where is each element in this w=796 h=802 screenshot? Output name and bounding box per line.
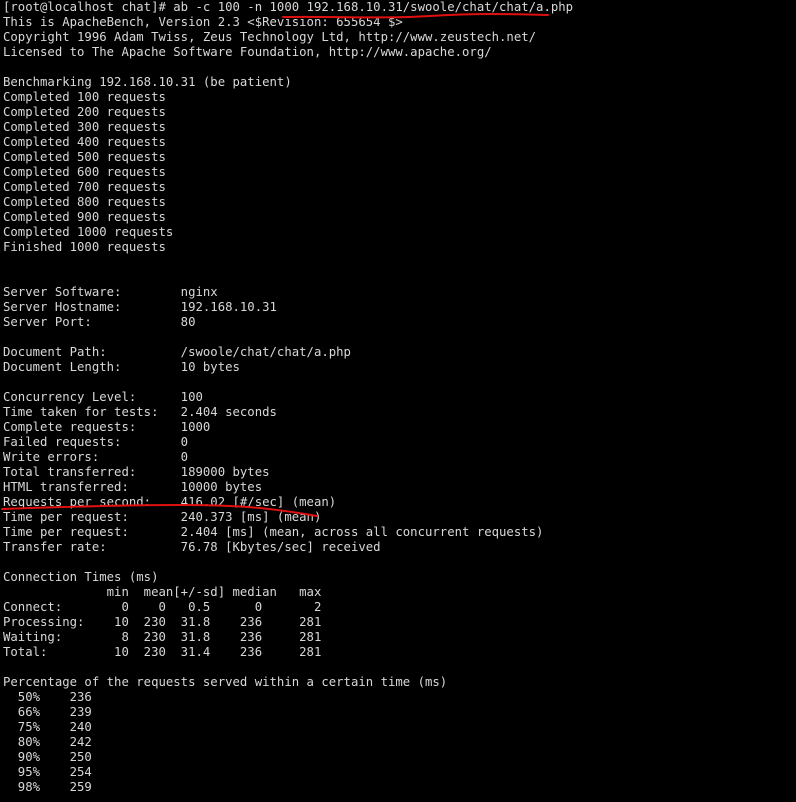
requests-per-second-line: Requests per second: 416.02 [#/sec] (mea…: [3, 495, 337, 509]
ab-version-line: This is ApacheBench, Version 2.3 <$Revis…: [3, 15, 403, 29]
server-port-line: Server Port: 80: [3, 315, 196, 329]
progress-line: Completed 100 requests: [3, 90, 166, 104]
document-length-line: Document Length: 10 bytes: [3, 360, 240, 374]
percentile-row: 50% 236: [3, 690, 92, 704]
benchmarking-line: Benchmarking 192.168.10.31 (be patient): [3, 75, 292, 89]
percentile-row: 75% 240: [3, 720, 92, 734]
server-software-line: Server Software: nginx: [3, 285, 218, 299]
transfer-rate-line: Transfer rate: 76.78 [Kbytes/sec] receiv…: [3, 540, 381, 554]
html-transferred-line: HTML transferred: 10000 bytes: [3, 480, 263, 494]
progress-line: Completed 300 requests: [3, 120, 166, 134]
percentile-row: 66% 239: [3, 705, 92, 719]
percentile-row: 95% 254: [3, 765, 92, 779]
progress-line: Completed 500 requests: [3, 150, 166, 164]
percentile-row: 90% 250: [3, 750, 92, 764]
progress-line: Completed 900 requests: [3, 210, 166, 224]
time-taken-line: Time taken for tests: 2.404 seconds: [3, 405, 277, 419]
terminal-window[interactable]: [root@localhost chat]# ab -c 100 -n 1000…: [0, 0, 796, 802]
command-line: [root@localhost chat]# ab -c 100 -n 1000…: [3, 0, 574, 14]
connection-times-row: Waiting: 8 230 31.8 236 281: [3, 630, 322, 644]
time-per-request-concurrent-line: Time per request: 2.404 [ms] (mean, acro…: [3, 525, 544, 539]
connection-times-header: min mean[+/-sd] median max: [3, 585, 322, 599]
finished-line: Finished 1000 requests: [3, 240, 166, 254]
percentile-row: 80% 242: [3, 735, 92, 749]
complete-requests-line: Complete requests: 1000: [3, 420, 211, 434]
time-per-request-line: Time per request: 240.373 [ms] (mean): [3, 510, 322, 524]
total-transferred-line: Total transferred: 189000 bytes: [3, 465, 270, 479]
connection-times-row: Total: 10 230 31.4 236 281: [3, 645, 322, 659]
connection-times-row: Processing: 10 230 31.8 236 281: [3, 615, 322, 629]
connection-times-row: Connect: 0 0 0.5 0 2: [3, 600, 322, 614]
document-path-line: Document Path: /swoole/chat/chat/a.php: [3, 345, 351, 359]
percentile-row: 98% 259: [3, 780, 92, 794]
progress-line: Completed 1000 requests: [3, 225, 174, 239]
progress-line: Completed 600 requests: [3, 165, 166, 179]
progress-line: Completed 800 requests: [3, 195, 166, 209]
progress-line: Completed 400 requests: [3, 135, 166, 149]
write-errors-line: Write errors: 0: [3, 450, 189, 464]
failed-requests-line: Failed requests: 0: [3, 435, 189, 449]
progress-line: Completed 200 requests: [3, 105, 166, 119]
progress-line: Completed 700 requests: [3, 180, 166, 194]
connection-times-title: Connection Times (ms): [3, 570, 159, 584]
server-hostname-line: Server Hostname: 192.168.10.31: [3, 300, 277, 314]
ab-copyright-line: Copyright 1996 Adam Twiss, Zeus Technolo…: [3, 30, 537, 44]
concurrency-level-line: Concurrency Level: 100: [3, 390, 203, 404]
ab-license-line: Licensed to The Apache Software Foundati…: [3, 45, 492, 59]
percentiles-title: Percentage of the requests served within…: [3, 675, 448, 689]
